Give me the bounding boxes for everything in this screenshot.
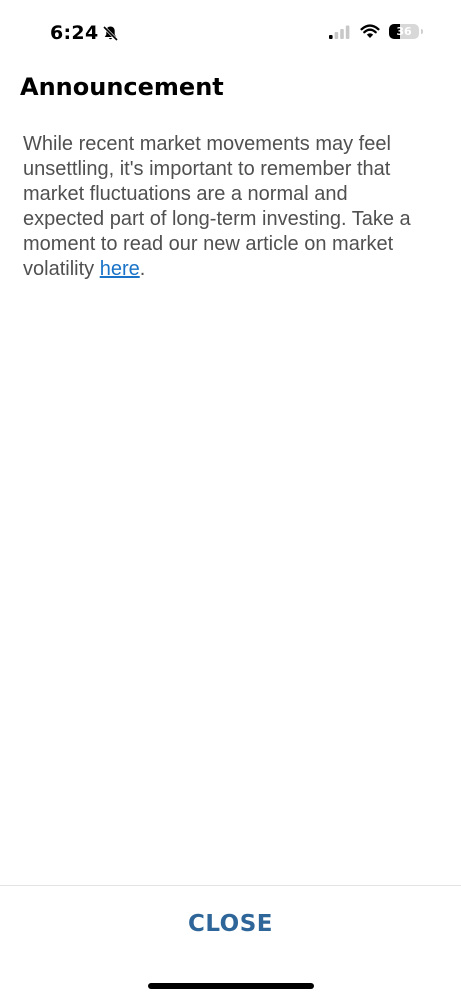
right-status-icons: 36 xyxy=(329,24,423,39)
home-indicator[interactable] xyxy=(148,983,314,989)
close-button[interactable]: CLOSE xyxy=(0,886,461,962)
time-group: 6:24 xyxy=(50,22,119,44)
status-bar: 6:24 36 xyxy=(0,0,461,60)
bell-slash-icon xyxy=(102,25,119,42)
announcement-body: While recent market movements may feel u… xyxy=(23,132,433,282)
battery-icon: 36 xyxy=(389,24,419,39)
article-link[interactable]: here xyxy=(100,258,140,280)
announcement-trailing-text: . xyxy=(139,258,146,280)
wifi-icon xyxy=(360,24,380,39)
status-time: 6:24 xyxy=(50,22,99,44)
close-button-label: CLOSE xyxy=(187,911,274,937)
battery-cap xyxy=(421,29,423,34)
battery-percent: 36 xyxy=(396,25,412,38)
announcement-body-text: While recent market movements may feel u… xyxy=(23,133,411,280)
page-title: Announcement xyxy=(20,73,224,101)
cellular-signal-icon xyxy=(329,25,351,39)
